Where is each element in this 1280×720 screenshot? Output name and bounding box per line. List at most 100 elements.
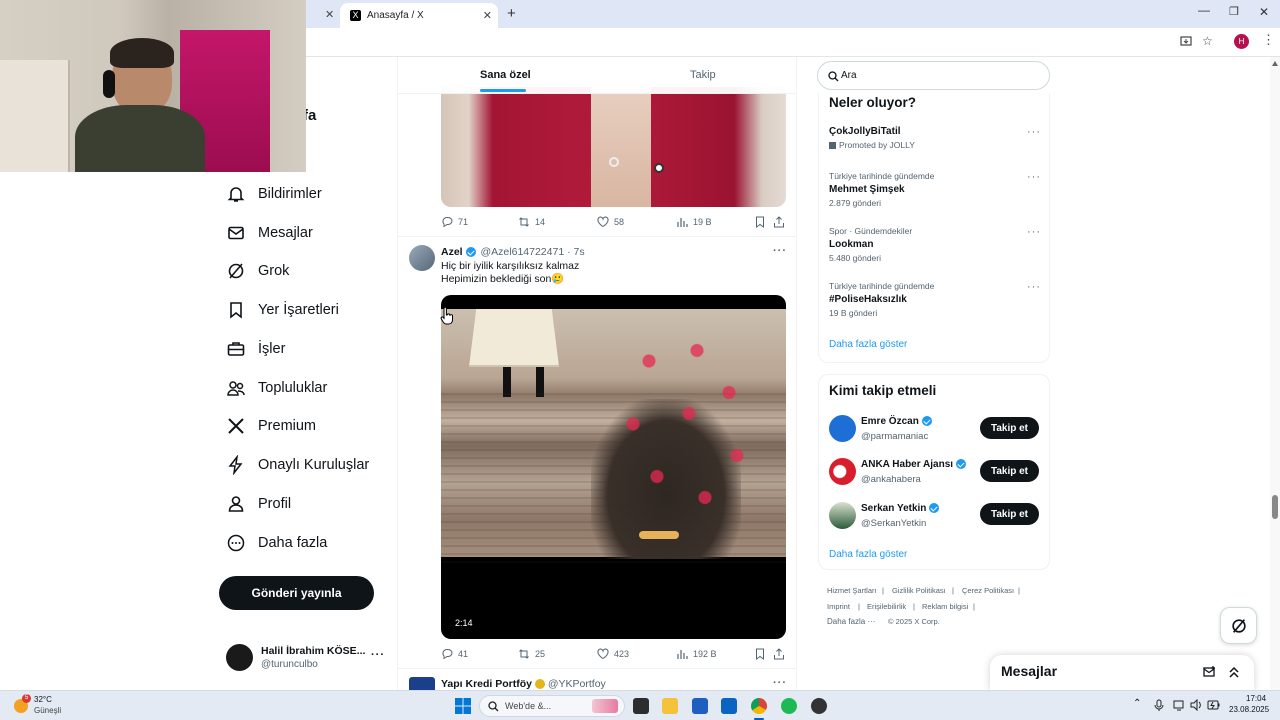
share-icon[interactable]	[773, 648, 785, 660]
repost-button[interactable]: 25	[518, 648, 545, 660]
follow-show-more-link[interactable]: Daha fazla göster	[829, 549, 907, 560]
file-explorer-icon[interactable]	[662, 698, 678, 714]
recording-app-icon[interactable]	[811, 698, 827, 714]
trend-item[interactable]: ÇokJollyBiTatil Promoted by JOLLY	[829, 126, 1041, 156]
like-button[interactable]: 423	[597, 648, 629, 660]
nav-messages[interactable]: Mesajlar	[226, 218, 313, 248]
task-view-icon[interactable]	[633, 698, 649, 714]
footer-more-link[interactable]: Daha fazla ···	[827, 617, 875, 626]
clock-date[interactable]: 23.08.2025	[1229, 705, 1269, 714]
post-video[interactable]: 2:14	[441, 295, 786, 639]
post-more-icon[interactable]: ···	[773, 245, 787, 257]
nav-communities[interactable]: Topluluklar	[226, 373, 327, 403]
page-scrollbar[interactable]	[1270, 57, 1280, 690]
trend-more-icon[interactable]: ···	[1027, 226, 1041, 238]
tab-for-you[interactable]: Sana özel	[480, 69, 531, 81]
follow-button[interactable]: Takip et	[980, 417, 1039, 439]
nav-bookmarks[interactable]: Yer İşaretleri	[226, 295, 339, 325]
follow-avatar[interactable]	[829, 415, 856, 442]
account-more-icon[interactable]: ···	[371, 649, 385, 661]
share-icon[interactable]	[773, 216, 785, 228]
browser-tab-active[interactable]: X Anasayfa / X ✕	[340, 3, 498, 28]
reply-button[interactable]: 41	[441, 648, 468, 660]
follow-avatar[interactable]	[829, 458, 856, 485]
post-author-name[interactable]: Azel	[441, 246, 463, 258]
nav-premium[interactable]: Premium	[226, 411, 316, 441]
browser-menu-icon[interactable]: ⋮	[1262, 32, 1275, 48]
nav-notifications[interactable]: Bildirimler	[226, 179, 322, 209]
follow-button[interactable]: Takip et	[980, 503, 1039, 525]
footer-cookie-link[interactable]: Çerez Politikası	[962, 586, 1014, 595]
nav-more[interactable]: Daha fazla	[226, 528, 327, 558]
new-message-icon[interactable]	[1203, 665, 1217, 679]
trends-show-more-link[interactable]: Daha fazla göster	[829, 339, 907, 350]
post-author-name[interactable]: Yapı Kredi Portföy	[441, 678, 532, 690]
expand-chevrons-icon[interactable]	[1228, 665, 1240, 679]
post-author-handle[interactable]: @Azel614722471	[481, 246, 565, 258]
follow-button[interactable]: Takip et	[980, 460, 1039, 482]
trend-more-icon[interactable]: ···	[1027, 171, 1041, 183]
footer-terms-link[interactable]: Hizmet Şartları	[827, 586, 877, 595]
follow-user-handle[interactable]: @ankahabera	[861, 474, 921, 485]
footer-ads-info-link[interactable]: Reklam bilgisi	[922, 602, 968, 611]
weather-widget[interactable]: 5 32°C Güneşli	[12, 694, 92, 718]
bookmark-icon[interactable]	[754, 216, 766, 228]
microphone-icon[interactable]	[1154, 699, 1164, 712]
outlook-icon[interactable]	[721, 698, 737, 714]
footer-privacy-link[interactable]: Gizlilik Politikası	[892, 586, 946, 595]
scroll-up-arrow-icon[interactable]	[1272, 61, 1278, 66]
network-icon[interactable]	[1173, 699, 1186, 711]
footer-imprint-link[interactable]: Imprint	[827, 602, 850, 611]
messages-drawer[interactable]: Mesajlar	[990, 655, 1254, 691]
post-button[interactable]: Gönderi yayınla	[219, 576, 374, 610]
store-icon[interactable]	[692, 698, 708, 714]
new-tab-button[interactable]: +	[507, 5, 516, 22]
restore-icon[interactable]: ❐	[1229, 5, 1239, 18]
views-button[interactable]: 192 B	[676, 648, 717, 660]
nav-grok[interactable]: Grok	[226, 256, 289, 286]
search-input[interactable]: Ara	[841, 70, 857, 81]
like-button[interactable]: 58	[597, 216, 624, 228]
post-more-icon[interactable]: ···	[773, 677, 787, 689]
views-button[interactable]: 19 B	[676, 216, 712, 228]
clock-time[interactable]: 17:04	[1246, 694, 1266, 703]
tab-following[interactable]: Takip	[690, 69, 716, 81]
follow-user-name[interactable]: ANKA Haber Ajansı	[861, 459, 967, 470]
footer-accessibility-link[interactable]: Erişilebilirlik	[867, 602, 906, 611]
tab-close-icon[interactable]: ✕	[483, 9, 492, 22]
post-author-handle[interactable]: @YKPortfoy	[548, 678, 606, 690]
install-app-icon[interactable]	[1180, 36, 1192, 48]
trend-more-icon[interactable]: ···	[1027, 126, 1041, 138]
search-box[interactable]: Ara	[817, 61, 1050, 90]
bookmark-icon[interactable]	[754, 648, 766, 660]
profile-avatar[interactable]: H	[1234, 34, 1249, 49]
windows-start-icon[interactable]	[455, 698, 471, 714]
follow-avatar[interactable]	[829, 502, 856, 529]
minimize-icon[interactable]: —	[1198, 3, 1210, 17]
repost-button[interactable]: 14	[518, 216, 545, 228]
post-media-image[interactable]	[441, 87, 786, 207]
volume-icon[interactable]	[1190, 699, 1202, 711]
follow-user-name[interactable]: Serkan Yetkin	[861, 503, 940, 514]
reply-button[interactable]: 71	[441, 216, 468, 228]
grok-floating-button[interactable]	[1220, 607, 1257, 644]
follow-user-name[interactable]: Emre Özcan	[861, 416, 932, 427]
chrome-icon[interactable]	[751, 698, 767, 714]
tray-overflow-icon[interactable]: ⌃	[1133, 698, 1141, 709]
post-author-avatar[interactable]	[409, 245, 435, 271]
scrollbar-thumb[interactable]	[1272, 495, 1278, 519]
post-author-avatar[interactable]	[409, 677, 435, 690]
nav-jobs[interactable]: İşler	[226, 334, 285, 364]
trend-item[interactable]: Türkiye tarihinde gündemde Mehmet Şimşek…	[829, 171, 1041, 211]
tab-close-icon[interactable]: ✕	[325, 8, 334, 21]
trend-more-icon[interactable]: ···	[1027, 281, 1041, 293]
nav-profile[interactable]: Profil	[226, 489, 291, 519]
account-switcher[interactable]: Halil İbrahim KÖSE... @turunculbo ···	[226, 641, 386, 675]
close-window-icon[interactable]: ✕	[1259, 5, 1269, 19]
battery-icon[interactable]	[1207, 700, 1220, 710]
post-time[interactable]: · 7s	[567, 246, 585, 258]
taskbar-search-input[interactable]: Web'de &...	[505, 701, 551, 711]
bookmark-star-icon[interactable]: ☆	[1202, 34, 1213, 48]
follow-user-handle[interactable]: @parmamaniac	[861, 431, 928, 442]
taskbar-search[interactable]: Web'de &...	[479, 695, 625, 717]
